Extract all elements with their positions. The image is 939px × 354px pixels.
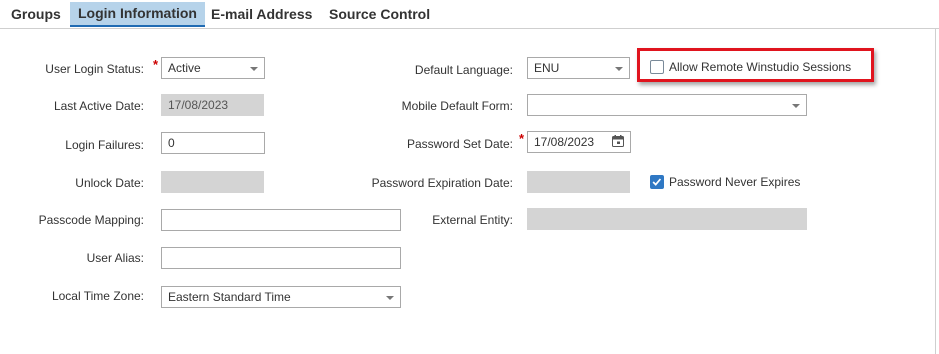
required-marker: *: [519, 131, 525, 146]
default-language-label: Default Language:: [414, 63, 513, 77]
mobile-default-form-label: Mobile Default Form:: [401, 99, 513, 113]
default-language-value: ENU: [534, 61, 560, 75]
passcode-mapping-label: Passcode Mapping:: [38, 213, 144, 227]
external-entity-label: External Entity:: [432, 213, 513, 227]
user-alias-input[interactable]: [161, 247, 401, 269]
calendar-icon[interactable]: [612, 135, 624, 147]
chevron-down-icon: [792, 104, 800, 108]
tab-login-information[interactable]: Login Information: [70, 2, 205, 27]
tab-groups[interactable]: Groups: [3, 2, 69, 26]
tab-divider: [0, 28, 939, 29]
chevron-down-icon: [615, 67, 623, 71]
user-login-status-select[interactable]: Active: [161, 57, 265, 79]
tab-email-address[interactable]: E-mail Address: [203, 2, 320, 26]
required-marker: *: [153, 57, 159, 72]
mobile-default-form-select[interactable]: [527, 94, 807, 116]
unlock-date-field: [161, 171, 264, 193]
chevron-down-icon: [250, 67, 258, 71]
local-time-zone-value: Eastern Standard Time: [168, 290, 291, 304]
panel-border: [935, 29, 936, 354]
chevron-down-icon: [386, 296, 394, 300]
password-expiration-date-label: Password Expiration Date:: [371, 176, 513, 190]
password-set-date-input[interactable]: 17/08/2023: [527, 131, 631, 153]
checkmark-icon: [652, 178, 662, 186]
login-failures-label: Login Failures:: [65, 138, 144, 152]
password-never-expires-label: Password Never Expires: [669, 175, 801, 189]
password-set-date-label: Password Set Date:: [406, 137, 513, 151]
password-never-expires-checkbox[interactable]: [650, 175, 664, 189]
last-active-date-field: 17/08/2023: [161, 94, 264, 116]
default-language-select[interactable]: ENU: [527, 57, 630, 79]
tab-bar: Groups Login Information E-mail Address …: [0, 0, 939, 28]
external-entity-field: [527, 208, 807, 230]
user-login-status-value: Active: [168, 61, 201, 75]
highlight-box: [637, 48, 874, 82]
local-time-zone-select[interactable]: Eastern Standard Time: [161, 286, 401, 308]
unlock-date-label: Unlock Date:: [75, 176, 144, 190]
password-set-date-value: 17/08/2023: [534, 135, 595, 149]
user-login-status-label: User Login Status:: [45, 62, 144, 76]
local-time-zone-label: Local Time Zone:: [51, 289, 144, 303]
tab-source-control[interactable]: Source Control: [321, 2, 438, 26]
passcode-mapping-input[interactable]: [161, 209, 401, 231]
last-active-date-label: Last Active Date:: [53, 99, 144, 113]
user-alias-label: User Alias:: [86, 251, 144, 265]
login-failures-input[interactable]: 0: [161, 132, 265, 154]
password-expiration-date-field: [527, 171, 630, 193]
